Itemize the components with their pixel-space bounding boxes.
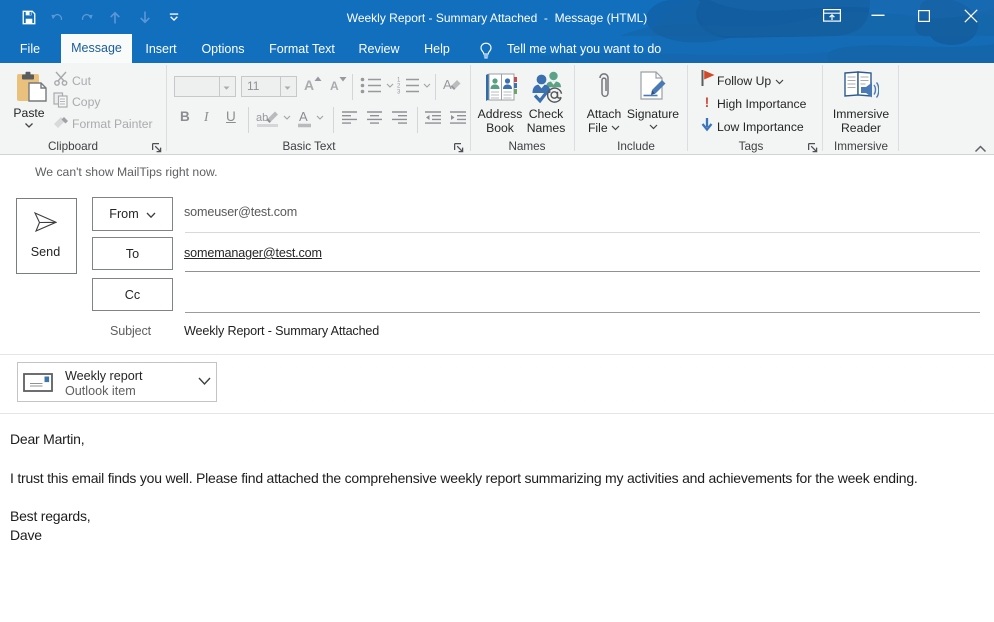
svg-text:3: 3 (397, 90, 401, 94)
svg-text:ab: ab (256, 112, 268, 124)
svg-text:A: A (443, 77, 452, 92)
svg-text:A: A (299, 109, 308, 124)
